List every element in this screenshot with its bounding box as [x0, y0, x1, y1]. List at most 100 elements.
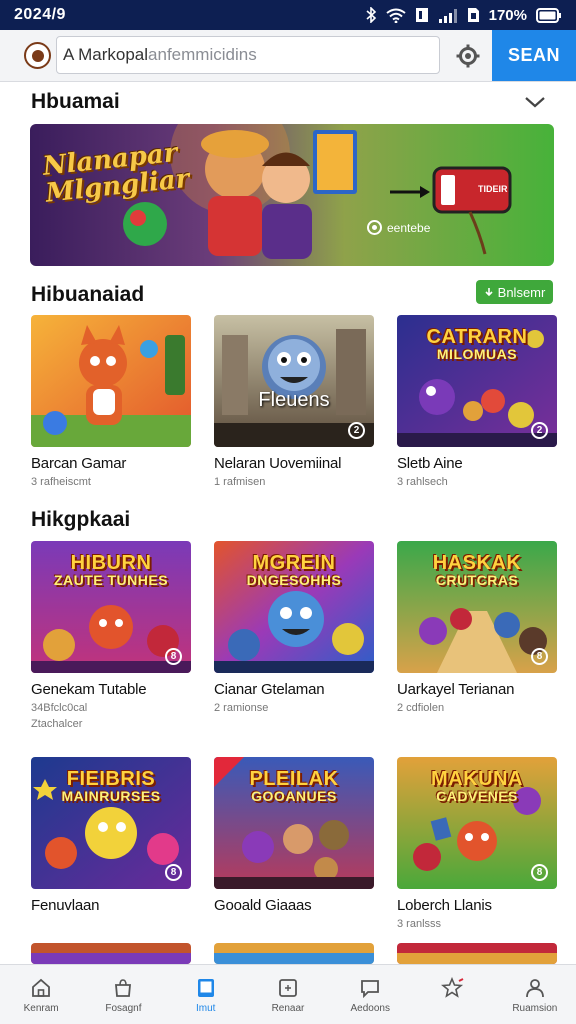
star-icon	[440, 977, 463, 998]
battery-level: 170%	[488, 6, 527, 24]
game-card[interactable]: MGREIN DNGESOHHS Cianar Gtelaman 2 ramio…	[214, 541, 374, 714]
download-icon	[485, 288, 493, 297]
game-thumbnail: MGREIN DNGESOHHS	[214, 541, 374, 673]
game-logo-line1: HASKAK	[432, 552, 522, 574]
game-thumbnail: FIEIBRIS MAINRURSES 8	[31, 757, 191, 889]
game-thumbnail: PLEILAK GOOANUES	[214, 757, 374, 889]
game-title: Uarkayel Terianan	[397, 681, 515, 698]
featured-banner[interactable]: Nlanapar Mlgngliar eentebe TIDEIR 2	[30, 124, 554, 266]
game-subtitle: 2 ramionse	[214, 702, 269, 714]
game-caption: Fleuens	[258, 389, 330, 411]
signal-icon	[438, 8, 458, 23]
chevron-down-icon[interactable]	[522, 91, 548, 113]
card-badge: 8	[531, 864, 548, 881]
view-all-button[interactable]: Bnlsemr	[476, 280, 553, 304]
game-card[interactable]: Fleuens 2 Nelaran Uovemiinal 1 rafmisen	[214, 315, 374, 488]
nav-item-profile[interactable]: Ruamsion	[494, 965, 576, 1024]
bag-icon	[115, 979, 132, 997]
game-card-partial[interactable]	[214, 943, 374, 964]
game-subtitle-secondary: Ztachalcer	[31, 718, 83, 730]
game-subtitle: 3 rahlsech	[397, 476, 448, 488]
game-card[interactable]: CATRARN MILOMUAS 2 Sletb Aine 3 rahlsech	[397, 315, 557, 488]
game-logo-line1: MGREIN	[252, 552, 336, 574]
app-logo-icon[interactable]	[24, 42, 51, 69]
home-icon	[32, 978, 51, 997]
wifi-icon	[386, 8, 406, 23]
search-input[interactable]: A Markopal anfemmicidins	[56, 36, 440, 74]
game-logo-text: FIEIBRIS MAINRURSES	[31, 769, 191, 803]
chat-icon	[361, 980, 380, 999]
game-logo-line1: PLEILAK	[249, 768, 339, 790]
game-logo-text: PLEILAK GOOANUES	[214, 769, 374, 803]
game-logo-text: CATRARN MILOMUAS	[397, 327, 557, 361]
game-subtitle: 3 rafheiscmt	[31, 476, 91, 488]
battery-icon	[536, 7, 562, 23]
game-title: Cianar Gtelaman	[214, 681, 325, 698]
game-logo-line1: MAKUNA	[431, 768, 523, 790]
featured-section-title: Hbuamai	[31, 90, 120, 113]
nav-item-square[interactable]: Renaar	[247, 965, 329, 1024]
game-card[interactable]: HASKAK CRUTCRAS 8 Uarkayel Terianan 2 cd…	[397, 541, 557, 714]
game-card[interactable]: MAKUNA CADVENES 8 Loberch Llanis 3 ranls…	[397, 757, 557, 930]
game-card[interactable]: PLEILAK GOOANUES Gooald Giaaas	[214, 757, 374, 914]
game-subtitle: 3 ranlsss	[397, 918, 442, 930]
nav-item-bag[interactable]: Fosagnf	[82, 965, 164, 1024]
tablet-icon	[197, 979, 214, 997]
banner-action-link[interactable]: eentebe	[367, 220, 430, 235]
game-logo-line2: CRUTCRAS	[435, 572, 519, 588]
game-subtitle: 34Bfclc0cal	[31, 702, 88, 714]
nav-label: Renaar	[271, 1003, 305, 1014]
card-badge: 2	[348, 422, 365, 439]
game-card[interactable]: FIEIBRIS MAINRURSES 8 Fenuvlaan	[31, 757, 191, 914]
nav-item-chat[interactable]: Aedoons	[329, 965, 411, 1024]
nav-label: Imut	[195, 1003, 216, 1014]
game-thumbnail: CATRARN MILOMUAS 2	[397, 315, 557, 447]
game-title: Sletb Aine	[397, 455, 463, 472]
game-logo-line2: ZAUTE TUNHES	[53, 572, 169, 588]
play-circle-icon	[367, 220, 382, 235]
nav-label: Aedoons	[350, 1003, 390, 1014]
game-card-partial[interactable]	[397, 943, 557, 964]
game-card-partial[interactable]	[31, 943, 191, 964]
status-bar: 2024/9 170%	[0, 0, 576, 30]
game-title: Fenuvlaan	[31, 897, 100, 914]
search-header: A Markopal anfemmicidins SEAN	[0, 30, 576, 82]
game-logo-line1: CATRARN	[426, 326, 528, 348]
game-logo-line2: GOOANUES	[251, 788, 337, 804]
game-subtitle: 1 rafmisen	[214, 476, 266, 488]
card-badge: 8	[165, 648, 182, 665]
game-thumbnail	[31, 943, 191, 964]
game-logo-text: MAKUNA CADVENES	[397, 769, 557, 803]
game-card[interactable]: HIBURN ZAUTE TUNHES 8 Genekam Tutable 34…	[31, 541, 191, 730]
game-thumbnail	[31, 315, 191, 447]
game-logo-text: HIBURN ZAUTE TUNHES	[31, 553, 191, 587]
nav-label: Kenram	[23, 1003, 59, 1014]
bluetooth-icon	[366, 7, 377, 23]
nav-label: Ruamsion	[512, 1003, 558, 1014]
nav-item-star[interactable]	[411, 965, 493, 1024]
game-card[interactable]: Barcan Gamar 3 rafheiscmt	[31, 315, 191, 488]
game-thumbnail	[397, 943, 557, 964]
search-button[interactable]: SEAN	[492, 30, 576, 81]
square-icon	[279, 979, 297, 997]
status-time: 2024/9	[14, 6, 66, 23]
nav-item-tablet[interactable]: Imut	[165, 965, 247, 1024]
game-title: Nelaran Uovemiinal	[214, 455, 342, 472]
game-title: Loberch Llanis	[397, 897, 492, 914]
banner-device-label: TIDEIR	[478, 184, 508, 194]
game-thumbnail: HASKAK CRUTCRAS 8	[397, 541, 557, 673]
game-title: Genekam Tutable	[31, 681, 147, 698]
game-logo-text: MGREIN DNGESOHHS	[214, 553, 374, 587]
nfc-icon	[415, 7, 429, 23]
nav-item-home[interactable]: Kenram	[0, 965, 82, 1024]
game-title: Gooald Giaaas	[214, 897, 312, 914]
settings-gear-icon[interactable]	[455, 43, 481, 69]
banner-action-label: eentebe	[387, 220, 431, 235]
game-logo-line1: FIEIBRIS	[66, 768, 156, 790]
game-logo-line2: CADVENES	[436, 788, 518, 804]
card-badge: 8	[165, 864, 182, 881]
game-logo-line2: MAINRURSES	[61, 788, 161, 804]
nav-label: Fosagnf	[105, 1003, 142, 1014]
game-logo-text: HASKAK CRUTCRAS	[397, 553, 557, 587]
sim-icon	[467, 7, 480, 23]
